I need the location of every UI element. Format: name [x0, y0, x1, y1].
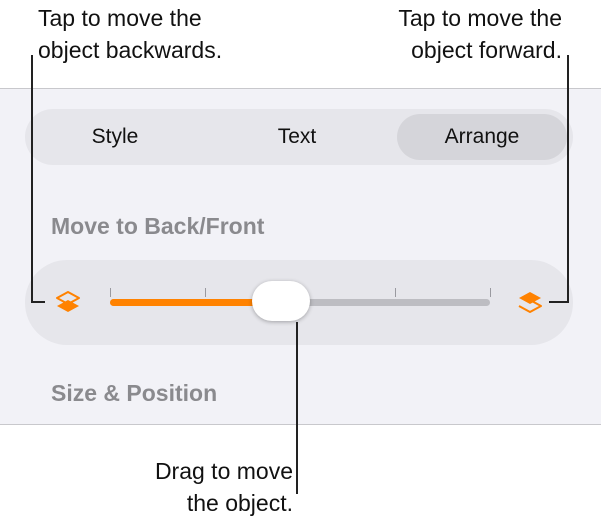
leader-line-backward: [31, 55, 33, 303]
tab-segmented-control: Style Text Arrange: [25, 109, 573, 165]
layers-bring-forward-icon[interactable]: [515, 288, 545, 318]
leader-line-drag: [296, 322, 298, 494]
tab-text[interactable]: Text: [217, 114, 377, 160]
callout-line-2: the object.: [186, 490, 293, 516]
slider-tick: [110, 288, 111, 297]
callout-line-1: Drag to move: [154, 458, 293, 484]
callout-line-1: Tap to move the: [398, 5, 562, 31]
callout-line-1: Tap to move the: [38, 5, 202, 31]
section-title-move: Move to Back/Front: [51, 213, 265, 239]
callout-move-backward: Tap to move the object backwards.: [38, 2, 222, 66]
slider-tick: [490, 288, 491, 297]
callout-line-2: object forward.: [411, 37, 562, 63]
slider-tick: [395, 288, 396, 297]
leader-line-backward-tip: [31, 301, 45, 303]
section-title-size-position: Size & Position: [51, 380, 218, 406]
callout-move-forward: Tap to move the object forward.: [398, 2, 562, 66]
tab-arrange[interactable]: Arrange: [397, 114, 567, 160]
tab-style[interactable]: Style: [35, 114, 195, 160]
callout-line-2: object backwards.: [38, 37, 223, 63]
callout-drag: Drag to move the object.: [117, 455, 293, 519]
leader-line-forward: [567, 55, 569, 303]
slider-thumb[interactable]: [252, 281, 310, 321]
leader-line-forward-tip: [549, 301, 569, 303]
layers-send-backward-icon[interactable]: [53, 288, 83, 318]
move-back-front-slider: [25, 260, 573, 345]
arrange-panel: Style Text Arrange Move to Back/Front Si…: [0, 88, 601, 425]
slider-tick: [205, 288, 206, 297]
